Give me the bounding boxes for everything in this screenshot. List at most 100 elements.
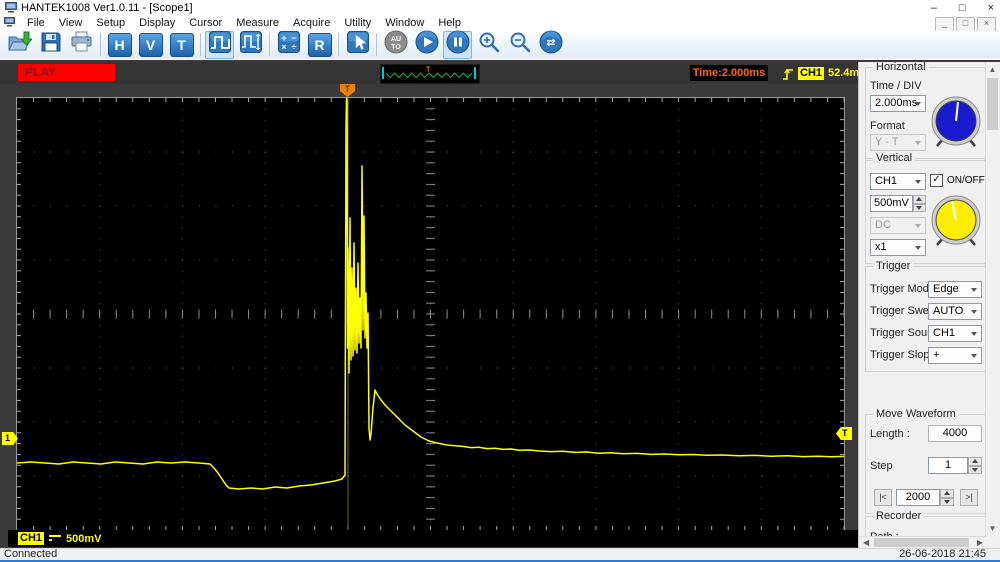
- trigger-sweep-value: AUTO: [933, 305, 964, 317]
- toolbar-vertical-setup-button[interactable]: V: [136, 31, 165, 59]
- menu-window[interactable]: Window: [378, 16, 431, 31]
- math-icon: + − × ÷: [277, 31, 300, 58]
- vertical-position-knob[interactable]: [928, 193, 984, 249]
- svg-text:T: T: [426, 67, 431, 74]
- move-waveform-group-title: Move Waveform: [873, 408, 959, 420]
- panel-vertical-scrollbar[interactable]: ▲ ▼: [985, 62, 1000, 536]
- channel-select[interactable]: CH1: [870, 173, 926, 190]
- toolbar-autoset-button[interactable]: AU TO: [381, 30, 410, 59]
- svg-text:⇄: ⇄: [546, 36, 555, 49]
- time-div-knob[interactable]: [928, 94, 984, 150]
- mdi-child-icon: [4, 17, 15, 30]
- menu-setup[interactable]: Setup: [89, 16, 132, 31]
- toolbar-zoom-out-button[interactable]: [505, 31, 534, 59]
- zoom-out-icon: [508, 30, 532, 59]
- child-restore-button[interactable]: □: [956, 17, 975, 32]
- child-close-button[interactable]: ×: [977, 17, 996, 32]
- menu-help[interactable]: Help: [431, 16, 468, 31]
- menu-view[interactable]: View: [52, 16, 90, 31]
- play-icon: [415, 30, 439, 59]
- vertical-setup-letter-icon: V: [138, 32, 163, 57]
- spinner-down-icon[interactable]: [940, 497, 954, 506]
- time-div-value: 2.000ms: [875, 97, 918, 109]
- toolbar-math-button[interactable]: + − × ÷: [274, 31, 303, 59]
- hantek-app-window: HANTEK1008 Ver1.0.11 - [Scope1] – □ × Fi…: [0, 0, 1000, 562]
- restore-button[interactable]: □: [959, 2, 966, 14]
- step-stepper[interactable]: 1: [928, 457, 982, 474]
- position-stepper[interactable]: 2000: [896, 489, 954, 506]
- toolbar-save-button[interactable]: [36, 31, 65, 59]
- vertical-group-title: Vertical: [873, 152, 916, 164]
- control-panel: Horizontal Time / DIV 2.000ms Format Y -…: [858, 62, 1000, 549]
- toolbar-trigger-setup-button[interactable]: T: [167, 31, 196, 59]
- probe-select[interactable]: x1: [870, 239, 926, 256]
- menu-display[interactable]: Display: [132, 16, 182, 31]
- menu-measure[interactable]: Measure: [229, 16, 286, 31]
- print-icon: [70, 31, 93, 58]
- toolbar-start-button[interactable]: [412, 30, 441, 59]
- scroll-up-icon[interactable]: ▲: [986, 62, 999, 77]
- horizontal-scroll-thumb[interactable]: [874, 538, 969, 547]
- toolbar-self-calibration-button[interactable]: ⇄: [536, 30, 565, 59]
- toolbar-open-button[interactable]: [5, 31, 34, 59]
- trigger-slope-label: Trigger Slope: [870, 349, 936, 361]
- trigger-source-select[interactable]: CH1: [928, 325, 982, 342]
- trigger-sweep-select[interactable]: AUTO: [928, 303, 982, 320]
- toolbar-print-button[interactable]: [67, 31, 96, 59]
- channel-info-bar: CH1 500mV: [8, 530, 858, 547]
- menu-file[interactable]: File: [20, 16, 52, 31]
- scroll-down-icon[interactable]: ▼: [986, 521, 999, 536]
- toolbar-horizontal-setup-button[interactable]: H: [105, 31, 134, 59]
- save-icon: [40, 31, 62, 58]
- spinner-down-icon[interactable]: [912, 203, 926, 212]
- scroll-left-icon[interactable]: ◀: [859, 537, 873, 548]
- toolbar-pause-button[interactable]: [443, 30, 472, 59]
- child-minimize-button[interactable]: _: [935, 17, 954, 32]
- menu-cursor[interactable]: Cursor: [182, 16, 229, 31]
- trigger-mode-label: Trigger Mode: [870, 283, 936, 295]
- chevron-down-icon: [971, 354, 977, 358]
- time-div-select[interactable]: 2.000ms: [870, 95, 926, 112]
- go-first-button[interactable]: |<: [874, 489, 892, 506]
- time-readout: Time:2.000ms: [690, 65, 768, 81]
- scroll-right-icon[interactable]: ▶: [973, 537, 987, 548]
- coupling-value: DC: [875, 219, 891, 231]
- cursor-icon: [346, 31, 369, 58]
- toolbar-cursor-measure-button[interactable]: [343, 31, 372, 59]
- toolbar-measure-button[interactable]: [236, 31, 265, 59]
- toolbar-zoom-in-button[interactable]: [474, 31, 503, 59]
- info-bar: PLAY T Time:2.000ms CH1 52.4mV: [0, 62, 867, 84]
- toolbar-waveform-mode-button[interactable]: [205, 30, 234, 59]
- svg-text:TO: TO: [391, 44, 401, 51]
- trigger-position-marker[interactable]: T: [340, 84, 355, 97]
- chevron-down-icon: [915, 102, 921, 106]
- toolbar-reference-button[interactable]: R: [305, 31, 334, 59]
- spinner-up-icon[interactable]: [968, 457, 982, 466]
- svg-text:AU: AU: [390, 36, 400, 43]
- horizontal-group-title: Horizontal: [873, 62, 929, 73]
- trigger-slope-select[interactable]: +: [928, 347, 982, 364]
- menu-acquire[interactable]: Acquire: [286, 16, 337, 31]
- chevron-down-icon: [915, 141, 921, 145]
- channel1-voltdiv: 500mV: [66, 532, 102, 545]
- spinner-down-icon[interactable]: [968, 465, 982, 474]
- trigger-mode-select[interactable]: Edge: [928, 281, 982, 298]
- trigger-source-value: CH1: [933, 327, 956, 339]
- go-last-button[interactable]: >|: [960, 489, 978, 506]
- format-label: Format: [870, 120, 905, 132]
- probe-value: x1: [875, 241, 887, 253]
- volts-div-stepper[interactable]: 500mV: [870, 195, 926, 212]
- dc-coupling-icon: [49, 534, 62, 543]
- channel-onoff-checkbox[interactable]: ON/OFF: [930, 174, 985, 187]
- menu-utility[interactable]: Utility: [337, 16, 378, 31]
- toolbar-separator: [338, 33, 339, 56]
- step-label: Step: [870, 460, 893, 472]
- close-button[interactable]: ×: [988, 2, 994, 14]
- window-title: HANTEK1008 Ver1.0.11 - [Scope1]: [21, 2, 193, 14]
- length-label: Length :: [870, 428, 910, 440]
- spinner-up-icon[interactable]: [912, 195, 926, 204]
- vertical-scroll-thumb[interactable]: [987, 78, 998, 130]
- chevron-down-icon: [915, 224, 921, 228]
- minimize-button[interactable]: –: [931, 2, 937, 14]
- spinner-up-icon[interactable]: [940, 489, 954, 498]
